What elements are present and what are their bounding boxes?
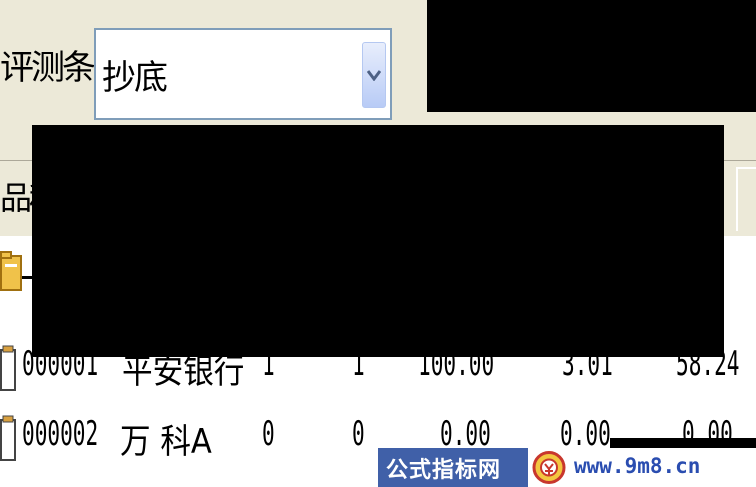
redaction-block-main xyxy=(32,125,724,357)
coin-logo-icon xyxy=(532,451,566,484)
watermark-url: www.9m8.cn xyxy=(574,454,701,478)
value-col2: 0 xyxy=(352,414,365,454)
stock-code: 000002 xyxy=(22,414,99,454)
watermark-banner: 公式指标网 www.9m8.cn xyxy=(378,448,756,487)
watermark-site-name: 公式指标网 xyxy=(386,458,502,483)
condition-dropdown-value: 抄底 xyxy=(102,58,168,98)
redaction-block-corner xyxy=(610,438,756,448)
group-row-marker xyxy=(22,276,32,279)
condition-dropdown[interactable]: 抄底 xyxy=(94,28,392,120)
document-icon xyxy=(0,415,16,461)
redaction-block-top xyxy=(427,0,756,112)
value-col1: 0 xyxy=(262,414,275,454)
stock-name: 万 科A xyxy=(120,422,212,462)
column-header-extra[interactable] xyxy=(736,167,756,231)
folder-icon xyxy=(0,251,22,291)
chevron-down-icon[interactable] xyxy=(362,42,386,108)
watermark-site-name-box: 公式指标网 xyxy=(378,448,528,487)
document-icon xyxy=(0,345,16,391)
